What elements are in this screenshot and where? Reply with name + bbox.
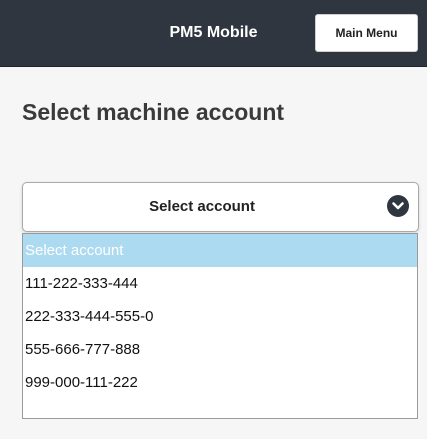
- page-title: Select machine account: [22, 99, 285, 125]
- app-header: PM5 Mobile Main Menu: [0, 0, 427, 67]
- option-select-account[interactable]: Select account: [23, 234, 417, 267]
- option-account[interactable]: 222-333-444-555-0: [23, 300, 417, 333]
- account-select-value: Select account: [149, 198, 255, 215]
- option-account[interactable]: 555-666-777-888: [23, 333, 417, 366]
- main-menu-button[interactable]: Main Menu: [315, 14, 418, 52]
- account-options-list: Select account 111-222-333-444 222-333-4…: [22, 233, 418, 419]
- option-account[interactable]: 999-000-111-222: [23, 366, 417, 399]
- option-account[interactable]: 111-222-333-444: [23, 267, 417, 300]
- account-select[interactable]: Select account: [22, 182, 419, 232]
- chevron-down-icon: [387, 195, 409, 217]
